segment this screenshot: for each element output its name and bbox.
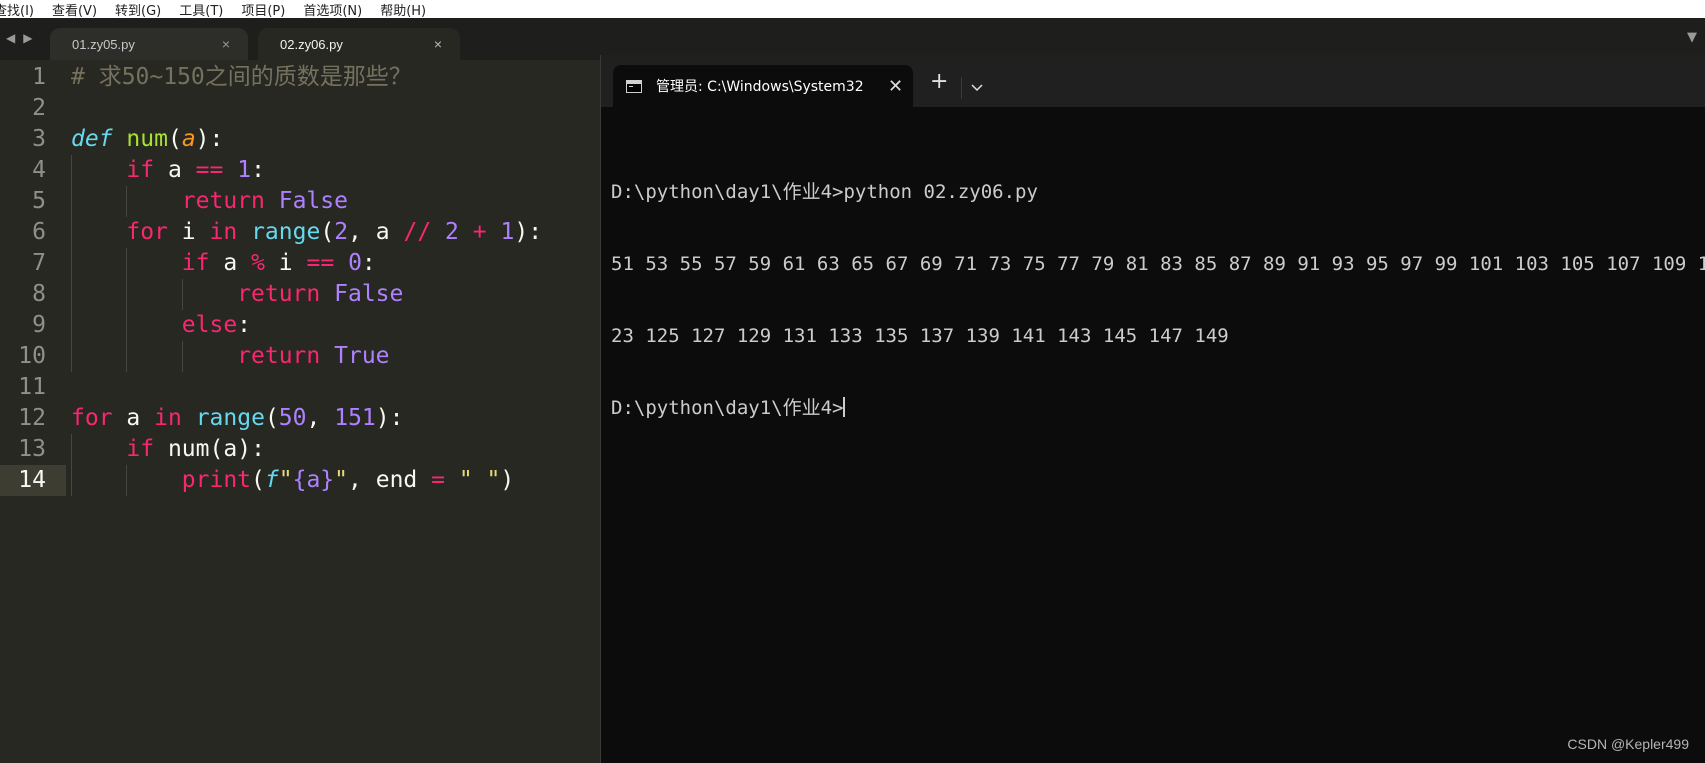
code-line[interactable]: 10 return True [0, 341, 600, 372]
code-line[interactable]: 11 [0, 372, 600, 403]
watermark: CSDN @Kepler499 [1567, 736, 1689, 752]
terminal-line: 23 125 127 129 131 133 135 137 139 141 1… [611, 325, 1229, 347]
code-text: # 求50~150之间的质数是那些？ [71, 64, 412, 90]
tab-close-icon[interactable]: × [434, 36, 460, 52]
new-tab-button[interactable]: + [930, 69, 948, 94]
chevron-down-icon[interactable] [971, 77, 983, 92]
tab-strip: ◀ ▶ 01.zy05.py × 02.zy06.py × ▼ [0, 18, 1705, 60]
code-text: print(f"{a}", end = " ") [181, 467, 515, 493]
code-line[interactable]: 9 else: [0, 310, 600, 341]
menu-goto[interactable]: 转到(G) [105, 0, 169, 19]
menu-help[interactable]: 帮助(H) [370, 0, 434, 19]
tab-nav-arrows: ◀ ▶ [6, 31, 32, 45]
code-line[interactable]: 5 return False [0, 186, 600, 217]
tab-label: 01.zy05.py [72, 36, 135, 52]
titlebar-divider [961, 77, 962, 99]
terminal-prompt: D:\python\day1\作业4> [611, 397, 844, 419]
code-text: return False [181, 188, 348, 214]
terminal-line: D:\python\day1\作业4>python 02.zy06.py [611, 181, 1038, 203]
tab-overflow-icon[interactable]: ▼ [1687, 30, 1697, 45]
code-line[interactable]: 2 [0, 93, 600, 124]
code-editor[interactable]: 1 # 求50~150之间的质数是那些？ 2 3 def num(a): 4 if a =… [0, 60, 600, 763]
code-text: def num(a): [71, 126, 224, 152]
tab-label: 02.zy06.py [280, 36, 343, 52]
code-line[interactable]: 1 # 求50~150之间的质数是那些？ [0, 62, 600, 93]
code-line[interactable]: 13 if num(a): [0, 434, 600, 465]
line-number: 7 [32, 250, 46, 276]
terminal-prompt-line: D:\python\day1\作业4> [611, 396, 1705, 420]
tab-close-icon[interactable]: × [222, 36, 248, 52]
code-line[interactable]: 14 print(f"{a}", end = " ") [0, 465, 600, 496]
menu-preferences[interactable]: 首选项(N) [293, 0, 370, 19]
line-number: 10 [18, 343, 46, 369]
terminal-titlebar: 管理员: C:\Windows\System32 ✕ + [601, 55, 1705, 107]
code-text: if num(a): [126, 436, 265, 462]
line-number: 14 [18, 467, 46, 493]
line-number: 1 [32, 64, 46, 90]
code-text: return True [237, 343, 390, 369]
tab-01-zy05[interactable]: 01.zy05.py × [50, 28, 248, 60]
text-cursor [843, 397, 846, 417]
code-line[interactable]: 12 for a in range(50, 151): [0, 403, 600, 434]
menu-view[interactable]: 查看(V) [42, 0, 105, 19]
code-line[interactable]: 3 def num(a): [0, 124, 600, 155]
code-text: return False [237, 281, 404, 307]
code-line[interactable]: 6 for i in range(2, a // 2 + 1): [0, 217, 600, 248]
terminal-tab-close-icon[interactable]: ✕ [888, 76, 903, 97]
line-number: 9 [32, 312, 46, 338]
code-text: for a in range(50, 151): [71, 405, 404, 431]
menu-bar: 查找(I) 查看(V) 转到(G) 工具(T) 项目(P) 首选项(N) 帮助(… [0, 0, 1705, 18]
code-text: else: [181, 312, 252, 338]
code-text: if a % i == 0: [181, 250, 376, 276]
line-number: 5 [32, 188, 46, 214]
terminal-tab[interactable]: 管理员: C:\Windows\System32 ✕ [613, 65, 913, 107]
code-line[interactable]: 4 if a == 1: [0, 155, 600, 186]
menu-find[interactable]: 查找(I) [0, 0, 42, 19]
terminal-output[interactable]: D:\python\day1\作业4>python 02.zy06.py 51 … [611, 132, 1705, 468]
line-number: 6 [32, 219, 46, 245]
terminal-window: 管理员: C:\Windows\System32 ✕ + D:\python\d… [600, 55, 1705, 763]
line-number: 4 [32, 157, 46, 183]
line-number: 11 [18, 374, 46, 400]
menu-tools[interactable]: 工具(T) [169, 0, 231, 19]
tab-prev-icon[interactable]: ◀ [6, 31, 15, 45]
cmd-icon [626, 79, 642, 93]
line-number: 13 [18, 436, 46, 462]
tab-next-icon[interactable]: ▶ [23, 31, 32, 45]
line-number: 8 [32, 281, 46, 307]
code-line[interactable]: 7 if a % i == 0: [0, 248, 600, 279]
line-number: 2 [32, 95, 46, 121]
menu-project[interactable]: 项目(P) [231, 0, 293, 19]
line-number: 12 [18, 405, 46, 431]
code-text: for i in range(2, a // 2 + 1): [126, 219, 543, 245]
terminal-line: 51 53 55 57 59 61 63 65 67 69 71 73 75 7… [611, 253, 1705, 275]
code-line[interactable]: 8 return False [0, 279, 600, 310]
terminal-tab-title: 管理员: C:\Windows\System32 [656, 79, 864, 95]
tab-02-zy06[interactable]: 02.zy06.py × [258, 28, 460, 60]
line-number: 3 [32, 126, 46, 152]
code-text: if a == 1: [126, 157, 265, 183]
